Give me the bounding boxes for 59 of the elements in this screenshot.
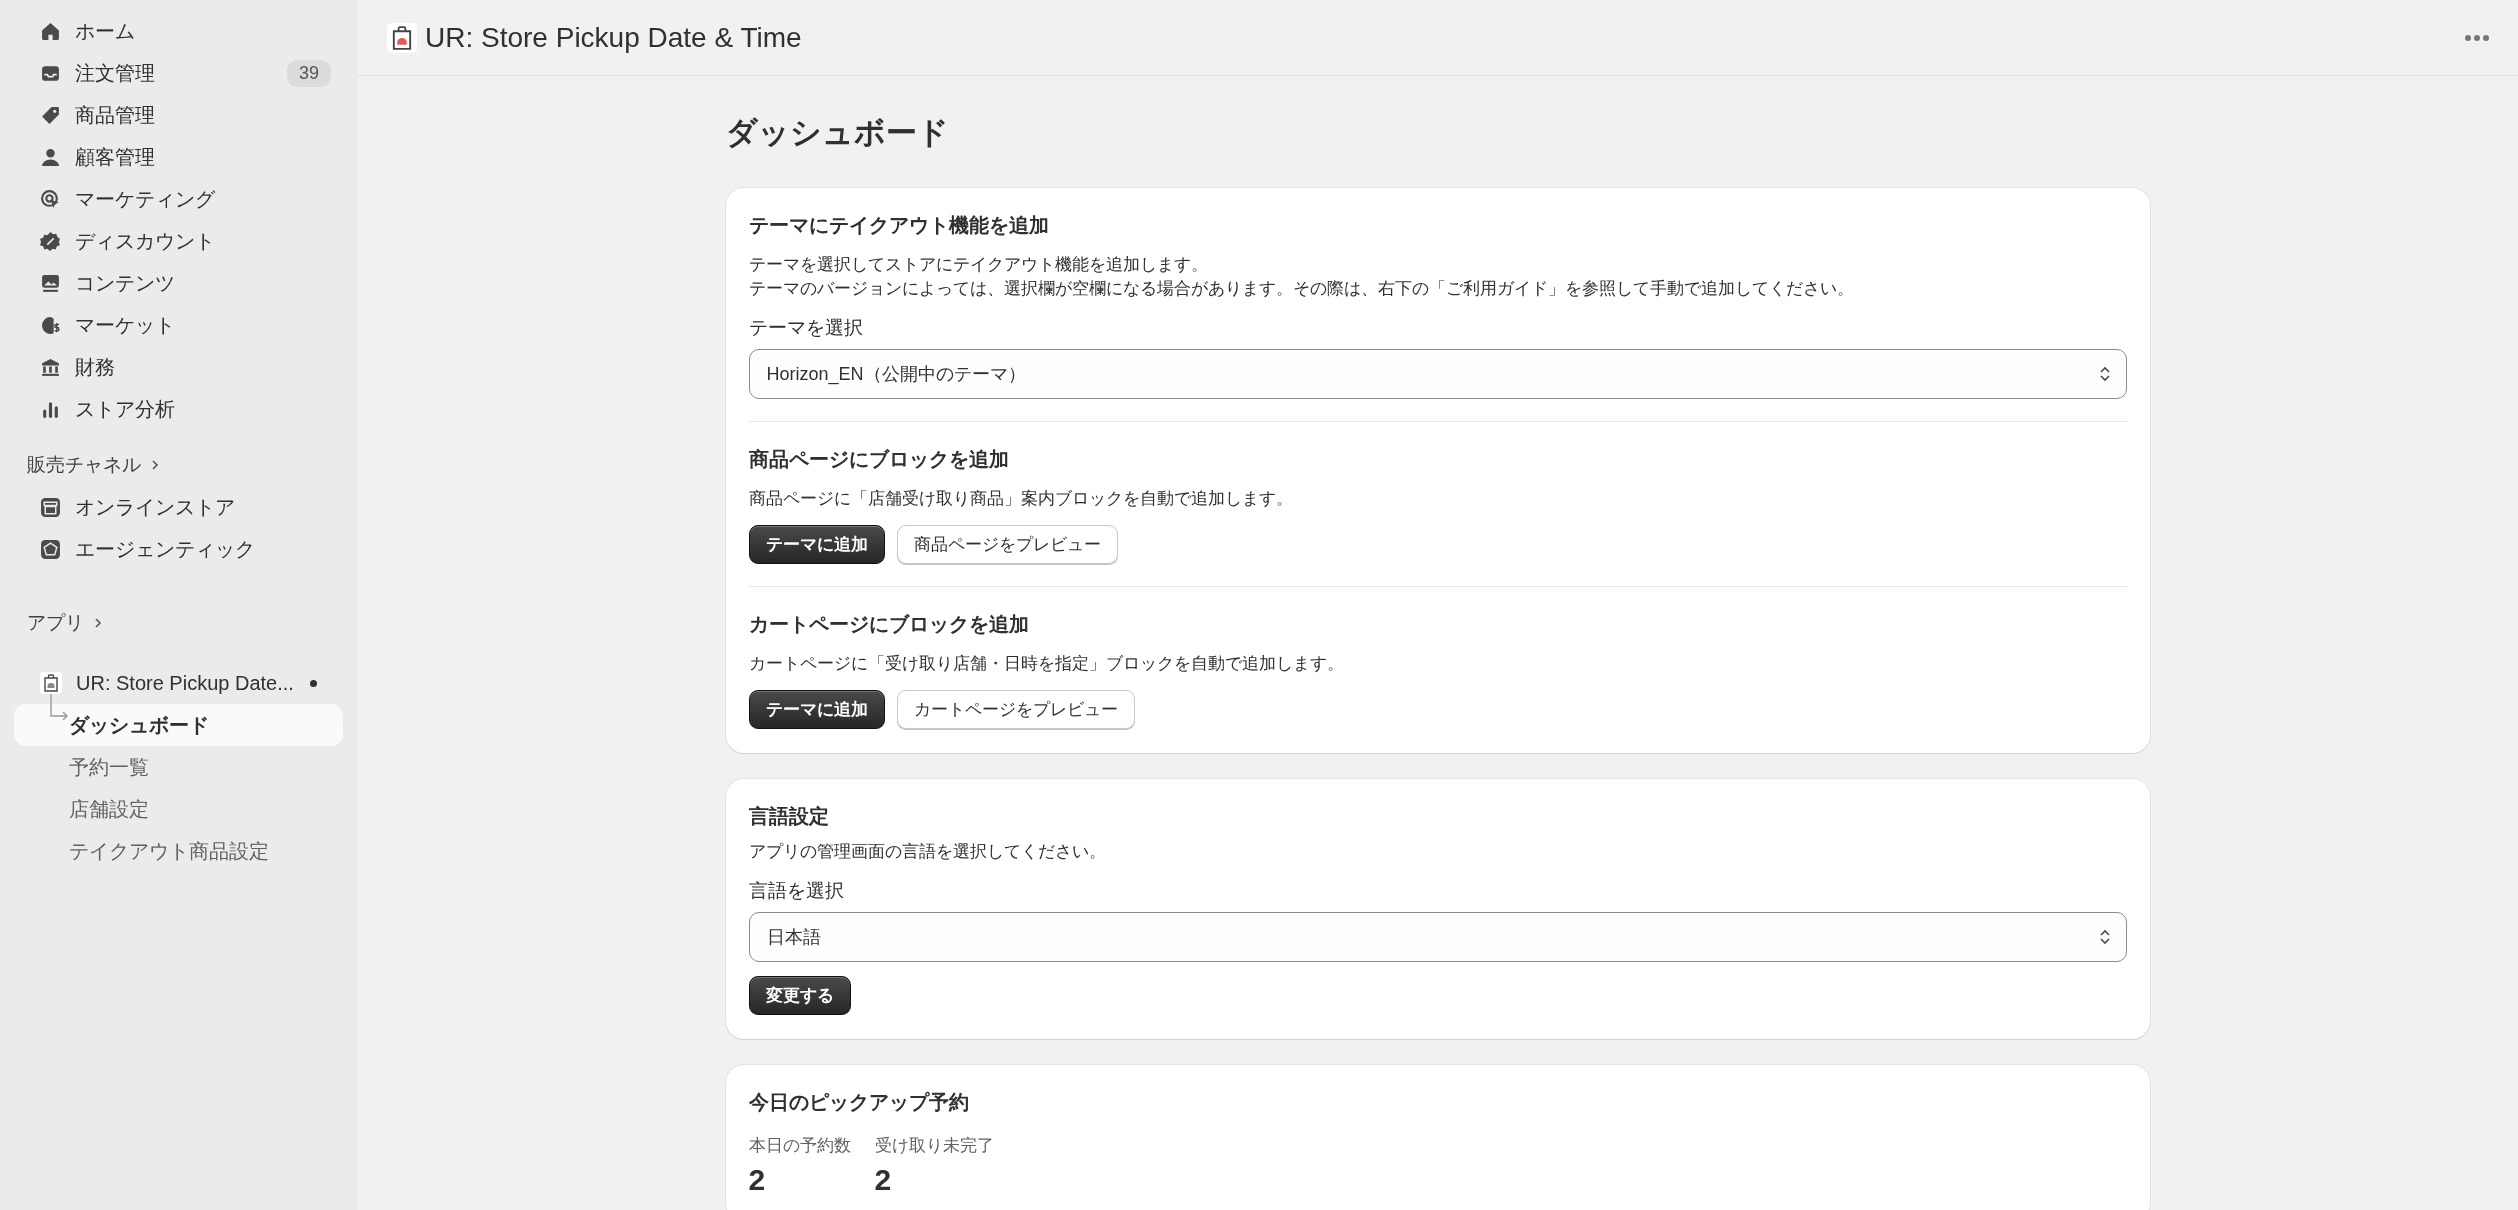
stat-value: 2 xyxy=(748,1163,767,1197)
sidebar-item[interactable]: ストア分析 xyxy=(14,388,343,430)
chevron-icon[interactable] xyxy=(149,459,161,471)
stat-label: 本日の予約数 xyxy=(748,1135,851,1157)
person-icon xyxy=(40,146,61,168)
sidebar-item[interactable]: マーケティング xyxy=(14,178,343,220)
sidebar-subitem[interactable]: 店舗設定 xyxy=(14,788,343,830)
sidebar-item[interactable]: 財務 xyxy=(14,346,343,388)
field-label: 言語を選択 xyxy=(748,879,845,903)
sidebar-item[interactable]: 商品管理 xyxy=(14,94,343,136)
card-title: テーマにテイクアウト機能を追加 xyxy=(748,213,1050,238)
app-name[interactable]: UR: Store Pickup Date... xyxy=(76,671,296,695)
home-icon xyxy=(40,20,61,42)
sidebar-item[interactable]: コンテンツ xyxy=(14,262,343,304)
chevron-icon[interactable] xyxy=(92,617,104,629)
sidebar-item[interactable]: ディスカウント xyxy=(14,220,343,262)
description: 商品ページに「店舗受け取り商品」案内ブロックを自動で追加します。 xyxy=(748,488,1294,510)
field-label: テーマを選択 xyxy=(748,316,864,340)
description: テーマのバージョンによっては、選択欄が空欄になる場合があります。その際は、右下の「ご利用ガイド」を参照して手動で追加してください。 xyxy=(748,278,1855,300)
description: テーマを選択してストアにテイクアウト機能を追加します。 xyxy=(748,254,1209,276)
section-heading[interactable]: 販売チャネル xyxy=(27,452,141,478)
up-down-chevron-icon xyxy=(2097,365,2112,383)
app-title: UR: Store Pickup Date & Time xyxy=(425,21,803,54)
primary-button[interactable]: 変更する xyxy=(748,976,851,1015)
description: カートページに「受け取り店舗・日時を指定」ブロックを自動で追加します。 xyxy=(748,653,1345,675)
sidebar-item[interactable]: オンラインストア xyxy=(14,486,343,528)
sidebar-subitem[interactable]: 予約一覧 xyxy=(14,746,343,788)
count-badge: 39 xyxy=(286,59,331,87)
stat-value: 2 xyxy=(874,1163,893,1197)
sidebar-item[interactable]: マーケット xyxy=(14,304,343,346)
target-cursor-icon xyxy=(40,188,61,210)
section-title: 商品ページにブロックを追加 xyxy=(748,447,1010,472)
card-title: 言語設定 xyxy=(748,804,830,829)
select-field[interactable]: 日本語 xyxy=(748,912,2127,962)
more-icon[interactable] xyxy=(2464,33,2490,42)
sidebar-item[interactable]: 顧客管理 xyxy=(14,136,343,178)
globe-dollar-icon xyxy=(40,314,61,336)
tag-icon xyxy=(40,104,61,126)
section-heading[interactable]: アプリ xyxy=(27,610,84,636)
stat-label: 受け取り未完了 xyxy=(874,1135,994,1157)
discount-icon xyxy=(40,230,61,252)
select-field[interactable]: Horizon_EN（公開中のテーマ） xyxy=(748,349,2127,399)
section-title: カートページにブロックを追加 xyxy=(748,612,1030,637)
primary-button[interactable]: テーマに追加 xyxy=(748,525,885,564)
sidebar-item[interactable]: エージェンティック xyxy=(14,528,343,570)
secondary-button[interactable]: カートページをプレビュー xyxy=(896,690,1135,729)
sidebar-item[interactable]: 注文管理 39 xyxy=(14,52,343,94)
sidebar-subitem[interactable]: テイクアウト商品設定 xyxy=(14,830,343,872)
sidebar-subitem[interactable]: ダッシュボード xyxy=(14,704,343,746)
bank-icon xyxy=(40,356,61,378)
card-title: 今日のピックアップ予約 xyxy=(748,1090,970,1115)
page-title: ダッシュボード xyxy=(725,114,950,152)
description: アプリの管理画面の言語を選択してください。 xyxy=(748,841,1107,863)
image-monitor-icon xyxy=(40,272,61,294)
storefront-icon xyxy=(40,496,61,518)
secondary-button[interactable]: 商品ページをプレビュー xyxy=(896,525,1118,564)
sidebar-item[interactable]: ホーム xyxy=(14,10,343,52)
up-down-chevron-icon xyxy=(2097,928,2112,946)
primary-button[interactable]: テーマに追加 xyxy=(748,690,885,729)
